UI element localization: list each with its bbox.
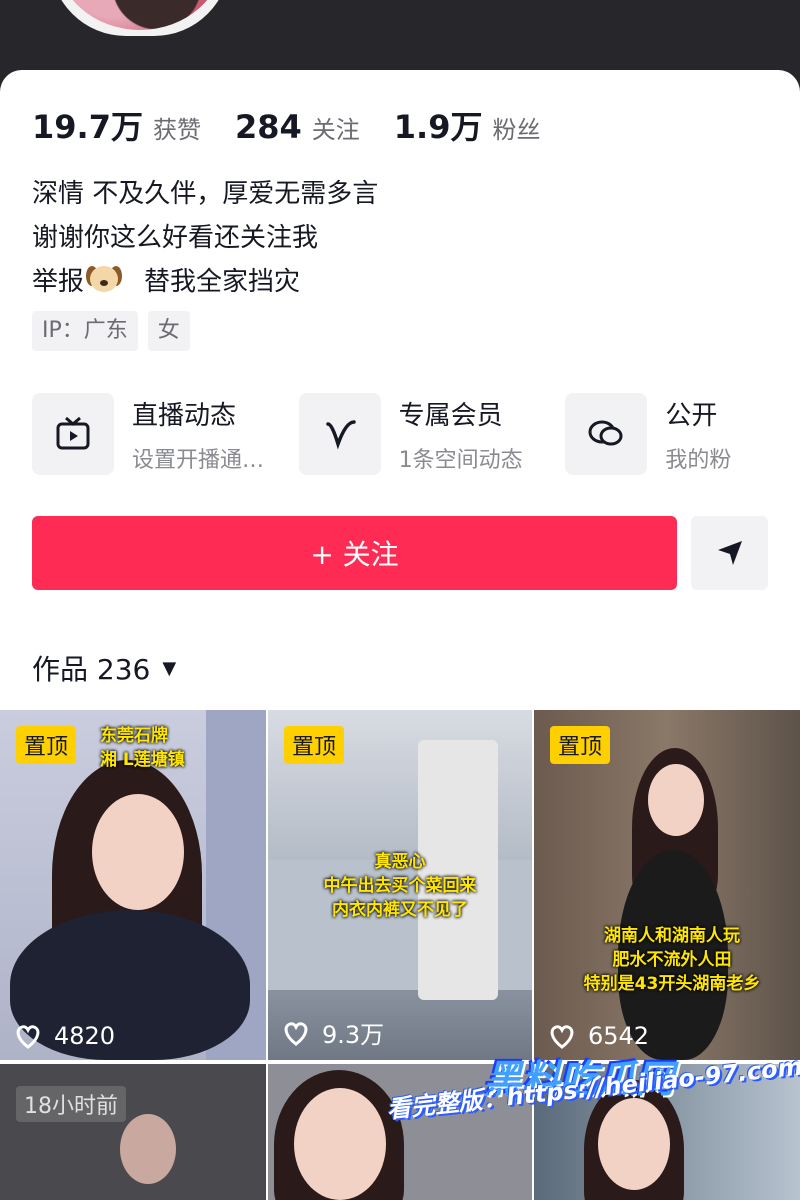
stat-following-value: 284	[234, 108, 302, 146]
video-tile-4[interactable]: 18小时前	[0, 1064, 266, 1200]
video-2-caption-line-1: 真恶心	[374, 852, 426, 872]
follow-button[interactable]: + 关注	[32, 516, 677, 590]
feature-public-subtitle: 我的粉	[665, 447, 732, 473]
profile-stats: 19.7万 获赞 284 关注 1.9万 粉丝	[32, 102, 574, 148]
profile-bio: 深情 不及久伴，厚爱无需多言 谢谢你这么好看还关注我 举报 替我全家挡灾	[32, 172, 378, 304]
dog-emoji-icon	[86, 264, 123, 294]
video-1-likes: 4820	[14, 1022, 115, 1050]
video-3-like-count: 6542	[588, 1022, 650, 1050]
video-1-caption-line-1: 东莞石牌	[100, 726, 168, 746]
bio-line-3-prefix: 举报	[32, 267, 85, 297]
video-1-caption: 东莞石牌 湘 L莲塘镇	[100, 724, 185, 772]
video-2-caption-line-3: 内衣内裤又不见了	[332, 900, 468, 920]
bio-line-3: 举报 替我全家挡灾	[32, 260, 378, 304]
works-tab[interactable]: 作品 236 ▼	[32, 648, 176, 688]
heart-icon	[550, 1025, 574, 1049]
stat-following-label: 关注	[311, 116, 360, 144]
stat-followers-label: 粉丝	[492, 116, 541, 144]
video-2-caption-line-2: 中午出去买个菜回来	[323, 876, 477, 896]
pinned-badge: 置顶	[550, 726, 611, 764]
stat-followers[interactable]: 1.9万 粉丝	[394, 102, 541, 148]
pinned-badge: 置顶	[16, 726, 77, 764]
video-3-likes: 6542	[548, 1022, 649, 1050]
video-2-like-count: 9.3万	[322, 1021, 385, 1049]
stat-followers-value: 1.9万	[393, 108, 483, 146]
chat-icon	[565, 393, 648, 475]
video-3-caption: 湖南人和湖南人玩 肥水不流外人田 特别是43开头湖南老乡	[572, 924, 772, 996]
bio-line-1: 深情 不及久伴，厚爱无需多言	[32, 179, 379, 209]
stat-likes-value: 19.7万	[32, 108, 143, 146]
feature-live-updates[interactable]: 直播动态 设置开播通…	[32, 393, 299, 475]
tv-icon	[32, 393, 114, 475]
video-tile-2[interactable]: 真恶心 中午出去买个菜回来 内衣内裤又不见了 置顶 9.3万	[268, 710, 532, 1060]
video-3-caption-line-3: 特别是43开头湖南老乡	[583, 974, 761, 994]
profile-tags: IP：广东 女	[32, 311, 200, 351]
feature-membership-subtitle: 1条空间动态	[398, 447, 523, 473]
video-3-caption-line-2: 肥水不流外人田	[612, 950, 732, 970]
video-tile-1[interactable]: 东莞石牌 湘 L莲塘镇 置顶 4820	[0, 710, 266, 1060]
video-4-time: 18小时前	[16, 1086, 126, 1122]
feature-public-title: 公开	[665, 400, 718, 431]
video-tile-3[interactable]: 湖南人和湖南人玩 肥水不流外人田 特别是43开头湖南老乡 置顶 6542	[534, 710, 800, 1060]
feature-public[interactable]: 公开 我的粉	[565, 393, 800, 475]
feature-membership-title: 专属会员	[398, 400, 503, 431]
heart-icon	[16, 1025, 40, 1049]
bio-line-2: 谢谢你这么好看还关注我	[32, 223, 319, 253]
video-1-like-count: 4820	[54, 1022, 116, 1050]
stat-likes[interactable]: 19.7万 获赞	[32, 102, 201, 148]
stat-likes-label: 获赞	[152, 116, 201, 144]
send-icon	[717, 541, 742, 565]
video-grid: 东莞石牌 湘 L莲塘镇 置顶 4820 真恶心 中午出去买个菜回来 内衣内裤又不…	[0, 710, 800, 1200]
caret-down-icon: ▼	[162, 657, 177, 679]
feature-membership[interactable]: 专属会员 1条空间动态	[298, 393, 566, 475]
tag-gender: 女	[147, 311, 190, 351]
feature-live-title: 直播动态	[132, 400, 237, 431]
feature-live-subtitle: 设置开播通…	[132, 447, 265, 473]
works-label: 作品 236	[32, 653, 151, 686]
video-2-likes: 9.3万	[282, 1015, 384, 1050]
share-button[interactable]	[691, 516, 768, 590]
video-2-caption: 真恶心 中午出去买个菜回来 内衣内裤又不见了	[310, 850, 490, 922]
tag-ip-location: IP：广东	[32, 311, 138, 351]
stat-following[interactable]: 284 关注	[235, 108, 360, 146]
video-1-caption-line-2: 湘 L莲塘镇	[100, 750, 185, 770]
feature-shortcuts: 直播动态 设置开播通… 专属会员 1条空间动态 公开 我的粉	[32, 393, 800, 475]
heart-icon	[284, 1021, 308, 1046]
video-3-caption-line-1: 湖南人和湖南人玩	[604, 926, 740, 946]
pinned-badge: 置顶	[284, 726, 345, 764]
bio-line-3-suffix: 替我全家挡灾	[144, 267, 301, 297]
v-icon	[298, 393, 381, 475]
